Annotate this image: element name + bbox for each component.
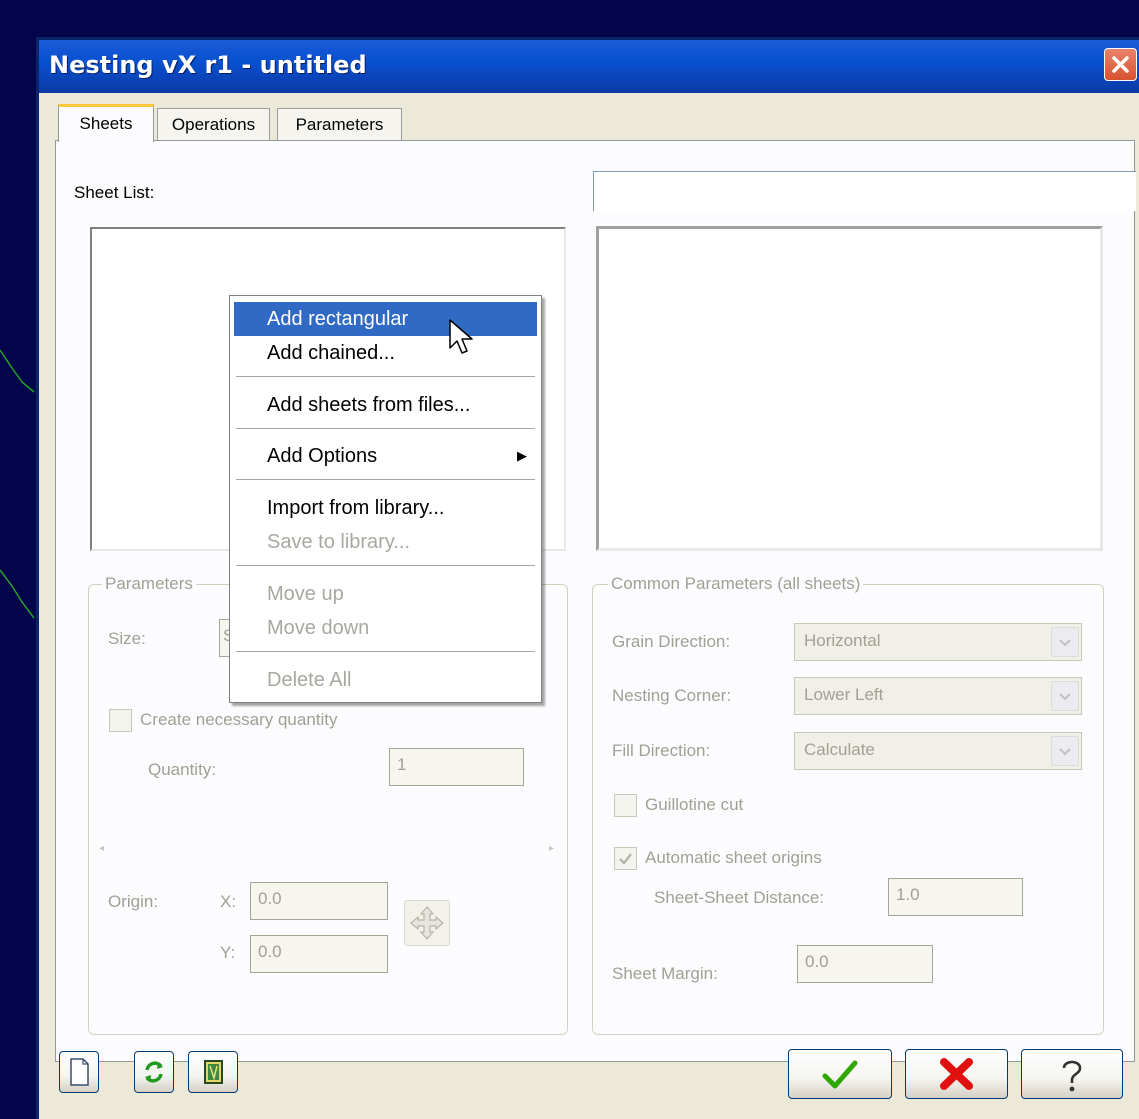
chevron-down-icon bbox=[1059, 639, 1071, 647]
background-graph-lines bbox=[0, 349, 35, 619]
menu-item-add-rectangular[interactable]: Add rectangular bbox=[234, 302, 537, 336]
menu-item-import-from-library[interactable]: Import from library... bbox=[234, 491, 537, 525]
parameters-group-title: Parameters bbox=[102, 574, 196, 594]
grain-direction-dropdown-button[interactable] bbox=[1051, 627, 1079, 657]
origin-label: Origin: bbox=[108, 892, 159, 911]
checkmark-icon bbox=[619, 853, 632, 865]
quantity-value: 1 bbox=[397, 755, 407, 774]
guillotine-cut-label: Guillotine cut bbox=[645, 795, 744, 814]
tab-sheets[interactable]: Sheets bbox=[58, 104, 154, 142]
origin-y-field[interactable]: 0.0 bbox=[250, 935, 388, 973]
grain-direction-select[interactable]: Horizontal bbox=[794, 623, 1082, 661]
sheet-margin-label: Sheet Margin: bbox=[612, 964, 718, 983]
quantity-field[interactable]: 1 bbox=[389, 748, 524, 786]
close-icon bbox=[1112, 56, 1129, 73]
create-quantity-label: Create necessary quantity bbox=[140, 710, 338, 729]
menu-item-add-chained[interactable]: Add chained... bbox=[234, 336, 537, 370]
close-button[interactable] bbox=[1104, 48, 1137, 81]
sheet-distance-value: 1.0 bbox=[896, 885, 920, 904]
help-icon bbox=[1062, 1060, 1082, 1092]
sheet-name-field[interactable] bbox=[593, 171, 1136, 211]
origin-x-field[interactable]: 0.0 bbox=[250, 882, 388, 920]
fill-direction-label: Fill Direction: bbox=[612, 741, 711, 760]
library-button[interactable] bbox=[188, 1051, 238, 1093]
menu-item-delete-all[interactable]: Delete All bbox=[234, 663, 537, 697]
menu-item-add-options[interactable]: Add Options ▶ bbox=[234, 439, 537, 473]
context-menu: Add rectangular Add chained... Add sheet… bbox=[229, 295, 542, 703]
cancel-x-icon bbox=[940, 1058, 973, 1090]
nesting-corner-label: Nesting Corner: bbox=[612, 686, 732, 705]
scroll-right-icon: ▸ bbox=[549, 843, 555, 854]
nesting-corner-select[interactable]: Lower Left bbox=[794, 677, 1082, 715]
cancel-button[interactable] bbox=[905, 1049, 1008, 1099]
grain-direction-label: Grain Direction: bbox=[612, 632, 731, 651]
menu-separator bbox=[236, 376, 535, 377]
nesting-corner-value: Lower Left bbox=[804, 685, 884, 704]
title-bar[interactable]: Nesting vX r1 - untitled bbox=[39, 40, 1139, 93]
quantity-label: Quantity: bbox=[148, 760, 217, 779]
origin-x-value: 0.0 bbox=[258, 889, 282, 908]
size-label: Size: bbox=[108, 629, 146, 648]
automatic-origins-label: Automatic sheet origins bbox=[645, 848, 822, 867]
tab-operations[interactable]: Operations bbox=[157, 108, 270, 141]
origin-x-label: X: bbox=[220, 892, 237, 911]
nesting-corner-dropdown-button[interactable] bbox=[1051, 681, 1079, 711]
sheet-margin-field[interactable]: 0.0 bbox=[797, 945, 933, 983]
submenu-arrow-icon: ▶ bbox=[517, 448, 527, 463]
menu-separator bbox=[236, 428, 535, 429]
move-origin-icon bbox=[410, 906, 444, 940]
menu-item-save-to-library[interactable]: Save to library... bbox=[234, 525, 537, 559]
mouse-cursor-icon bbox=[449, 319, 473, 354]
menu-item-move-down[interactable]: Move down bbox=[234, 611, 537, 645]
new-sheet-button[interactable] bbox=[59, 1051, 99, 1093]
common-parameters-title: Common Parameters (all sheets) bbox=[608, 574, 864, 594]
ok-button[interactable] bbox=[788, 1049, 892, 1099]
chevron-down-icon bbox=[1059, 693, 1071, 701]
sheets-tab-page: Sheet List: Parameters Size: S Create ne… bbox=[55, 140, 1136, 1062]
grain-direction-value: Horizontal bbox=[804, 631, 881, 650]
menu-separator bbox=[236, 479, 535, 480]
fill-direction-value: Calculate bbox=[804, 740, 875, 759]
chevron-down-icon bbox=[1059, 748, 1071, 756]
sheet-preview-box bbox=[596, 226, 1103, 551]
fill-direction-select[interactable]: Calculate bbox=[794, 732, 1082, 770]
library-icon bbox=[204, 1060, 223, 1084]
sheet-list-label: Sheet List: bbox=[74, 183, 155, 202]
refresh-icon bbox=[145, 1061, 163, 1083]
tab-parameters[interactable]: Parameters bbox=[277, 108, 402, 141]
origin-y-label: Y: bbox=[220, 943, 236, 962]
origin-y-value: 0.0 bbox=[258, 942, 282, 961]
automatic-origins-checkbox[interactable] bbox=[614, 847, 637, 870]
help-button[interactable] bbox=[1021, 1049, 1123, 1099]
refresh-button[interactable] bbox=[134, 1051, 174, 1093]
add-options-label: Add Options bbox=[267, 445, 378, 467]
fill-direction-dropdown-button[interactable] bbox=[1051, 736, 1079, 766]
menu-item-add-sheets-from-files[interactable]: Add sheets from files... bbox=[234, 388, 537, 422]
sheet-distance-field[interactable]: 1.0 bbox=[888, 878, 1023, 916]
menu-item-move-up[interactable]: Move up bbox=[234, 577, 537, 611]
nesting-dialog: Nesting vX r1 - untitled Sheets Operatio… bbox=[36, 37, 1139, 1119]
ok-check-icon bbox=[822, 1060, 858, 1089]
create-quantity-checkbox[interactable] bbox=[109, 709, 132, 732]
menu-separator bbox=[236, 651, 535, 652]
sheet-distance-label: Sheet-Sheet Distance: bbox=[654, 888, 825, 907]
menu-separator bbox=[236, 565, 535, 566]
new-sheet-icon bbox=[70, 1058, 89, 1086]
sheet-margin-value: 0.0 bbox=[805, 952, 829, 971]
window-title: Nesting vX r1 - untitled bbox=[49, 51, 367, 79]
move-origin-button[interactable] bbox=[404, 900, 450, 946]
guillotine-cut-checkbox[interactable] bbox=[614, 794, 637, 817]
scroll-left-icon: ◂ bbox=[99, 843, 105, 854]
